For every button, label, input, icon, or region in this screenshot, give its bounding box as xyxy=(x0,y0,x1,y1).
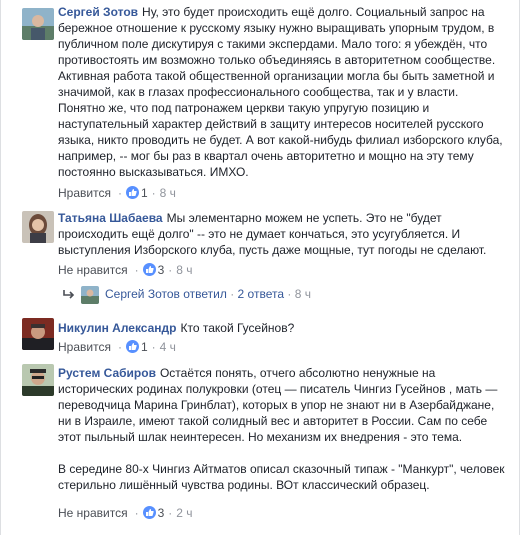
like-icon xyxy=(142,506,156,519)
comment-body: Никулин Александр Кто такой Гусейнов? xyxy=(58,320,508,336)
reply-arrow-icon xyxy=(63,287,75,303)
like-button[interactable]: Нравится xyxy=(58,186,111,200)
like-icon xyxy=(125,340,139,353)
like-icon xyxy=(125,186,139,199)
comment-actions: Нравится · 1 · 8 ч xyxy=(58,186,176,200)
comment-actions: Нравится · 1 · 4 ч xyxy=(58,340,176,354)
comment-author[interactable]: Сергей Зотов xyxy=(58,5,138,19)
comments-panel: Сергей Зотов Ну, это будет происходить ещ… xyxy=(0,0,520,535)
comment-body: Рустем Сабиров Остаётся понять, отчего аб… xyxy=(58,365,508,493)
avatar[interactable] xyxy=(22,318,54,350)
comment-text: Ну, это будет происходить ещё долго. Соц… xyxy=(58,5,503,179)
comment-time[interactable]: 4 ч xyxy=(160,340,176,354)
like-count[interactable]: 3 xyxy=(158,263,165,277)
comment-body: Сергей Зотов Ну, это будет происходить ещ… xyxy=(58,4,508,180)
unlike-button[interactable]: Не нравится xyxy=(58,506,128,520)
comment-author[interactable]: Татьяна Шабаева xyxy=(58,211,163,225)
comment-time[interactable]: 8 ч xyxy=(176,263,192,277)
reply-author[interactable]: Сергей Зотов xyxy=(105,287,180,301)
comment-author[interactable]: Рустем Сабиров xyxy=(58,366,156,380)
comment-author[interactable]: Никулин Александр xyxy=(58,321,177,335)
avatar[interactable] xyxy=(22,8,54,40)
reply-verb[interactable]: ответил xyxy=(183,287,227,301)
like-icon xyxy=(142,263,156,276)
comment-actions: Не нравится · 3 · 8 ч xyxy=(58,263,193,277)
comment-text: Кто такой Гусейнов? xyxy=(180,321,295,335)
comment-time[interactable]: 2 ч xyxy=(176,506,192,520)
avatar[interactable] xyxy=(81,286,99,304)
reply-count[interactable]: 2 ответа xyxy=(238,287,284,301)
comment-text: В середине 80-х Чингиз Айтматов описал с… xyxy=(58,462,505,492)
avatar[interactable] xyxy=(22,364,54,396)
comment-actions: Не нравится · 3 · 2 ч xyxy=(58,506,193,520)
replies-link[interactable]: Сергей Зотов ответил · 2 ответа · 8 ч xyxy=(63,286,311,304)
reply-time[interactable]: 8 ч xyxy=(295,287,311,301)
like-count[interactable]: 1 xyxy=(141,186,148,200)
avatar[interactable] xyxy=(22,211,54,243)
comment-body: Татьяна Шабаева Мы элементарно можем не у… xyxy=(58,210,508,258)
like-button[interactable]: Нравится xyxy=(58,340,111,354)
like-count[interactable]: 1 xyxy=(141,340,148,354)
comment-time[interactable]: 8 ч xyxy=(160,186,176,200)
like-count[interactable]: 3 xyxy=(158,506,165,520)
unlike-button[interactable]: Не нравится xyxy=(58,263,128,277)
